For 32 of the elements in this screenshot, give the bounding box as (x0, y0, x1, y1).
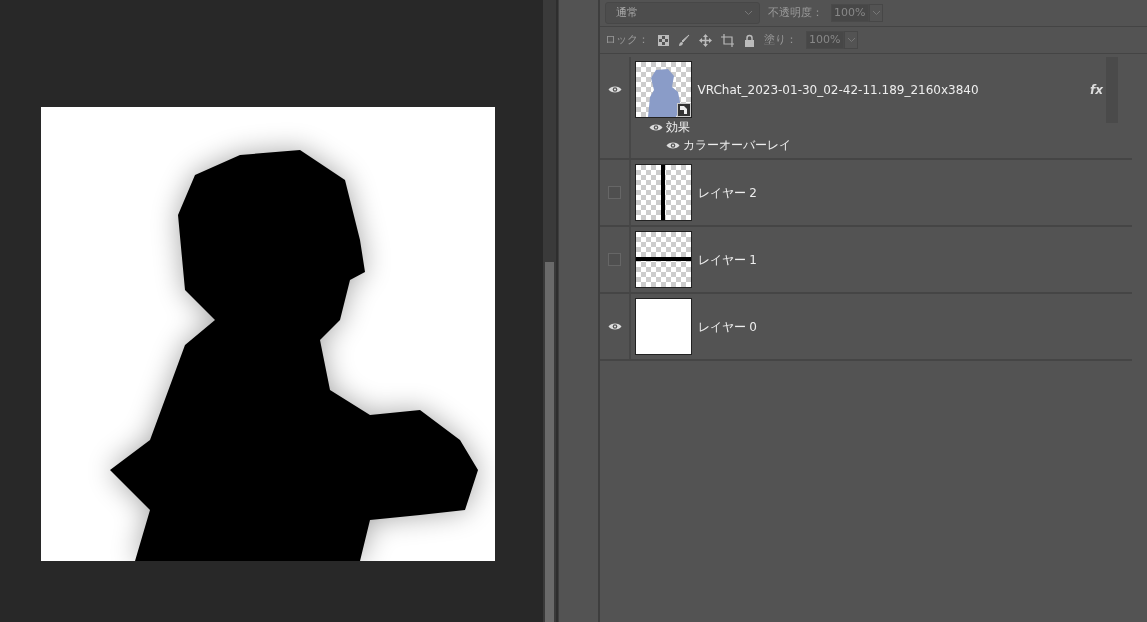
eye-icon[interactable] (666, 140, 680, 150)
layer-name: レイヤー 2 (697, 184, 757, 202)
eye-icon[interactable] (607, 322, 622, 331)
chevron-icon[interactable] (869, 4, 883, 22)
layer-name: VRChat_2023-01-30_02-42-11.189_2160x3840 (697, 81, 979, 99)
lock-pixels-icon[interactable] (658, 34, 669, 46)
move-icon[interactable] (699, 33, 712, 47)
eye-icon[interactable] (649, 122, 663, 132)
blend-mode-dropdown[interactable]: 通常 (605, 2, 760, 24)
opacity-label: 不透明度： (768, 4, 823, 21)
brush-icon[interactable] (678, 33, 690, 47)
layer-row[interactable]: レイヤー 0 (600, 294, 1132, 361)
effect-name: カラーオーバーレイ (682, 137, 791, 154)
chevron-icon[interactable] (844, 31, 858, 49)
layer-row[interactable]: VRChat_2023-01-30_02-42-11.189_2160x3840 fx 効果 カラーオーバーレイ (600, 57, 1132, 160)
chevron-icon (744, 10, 753, 16)
eye-icon[interactable] (607, 85, 622, 94)
layer-thumbnail (635, 298, 692, 355)
layer-thumbnail (635, 164, 692, 221)
fill-label: 塗り： (764, 31, 797, 48)
figure-drawing (648, 69, 681, 117)
lock-icon[interactable] (744, 33, 755, 47)
smart-object-icon (677, 103, 691, 117)
layer-row[interactable]: レイヤー 2 (600, 160, 1132, 227)
layer-name: レイヤー 0 (697, 318, 757, 336)
crop-icon[interactable] (721, 33, 735, 47)
layer-row[interactable]: レイヤー 1 (600, 227, 1132, 294)
scrollbar[interactable] (543, 0, 558, 622)
layer-name: レイヤー 1 (697, 251, 757, 269)
layer-thumbnail (635, 231, 692, 288)
fx-label: fx (1090, 81, 1103, 99)
effects-label: 効果 (665, 119, 690, 136)
